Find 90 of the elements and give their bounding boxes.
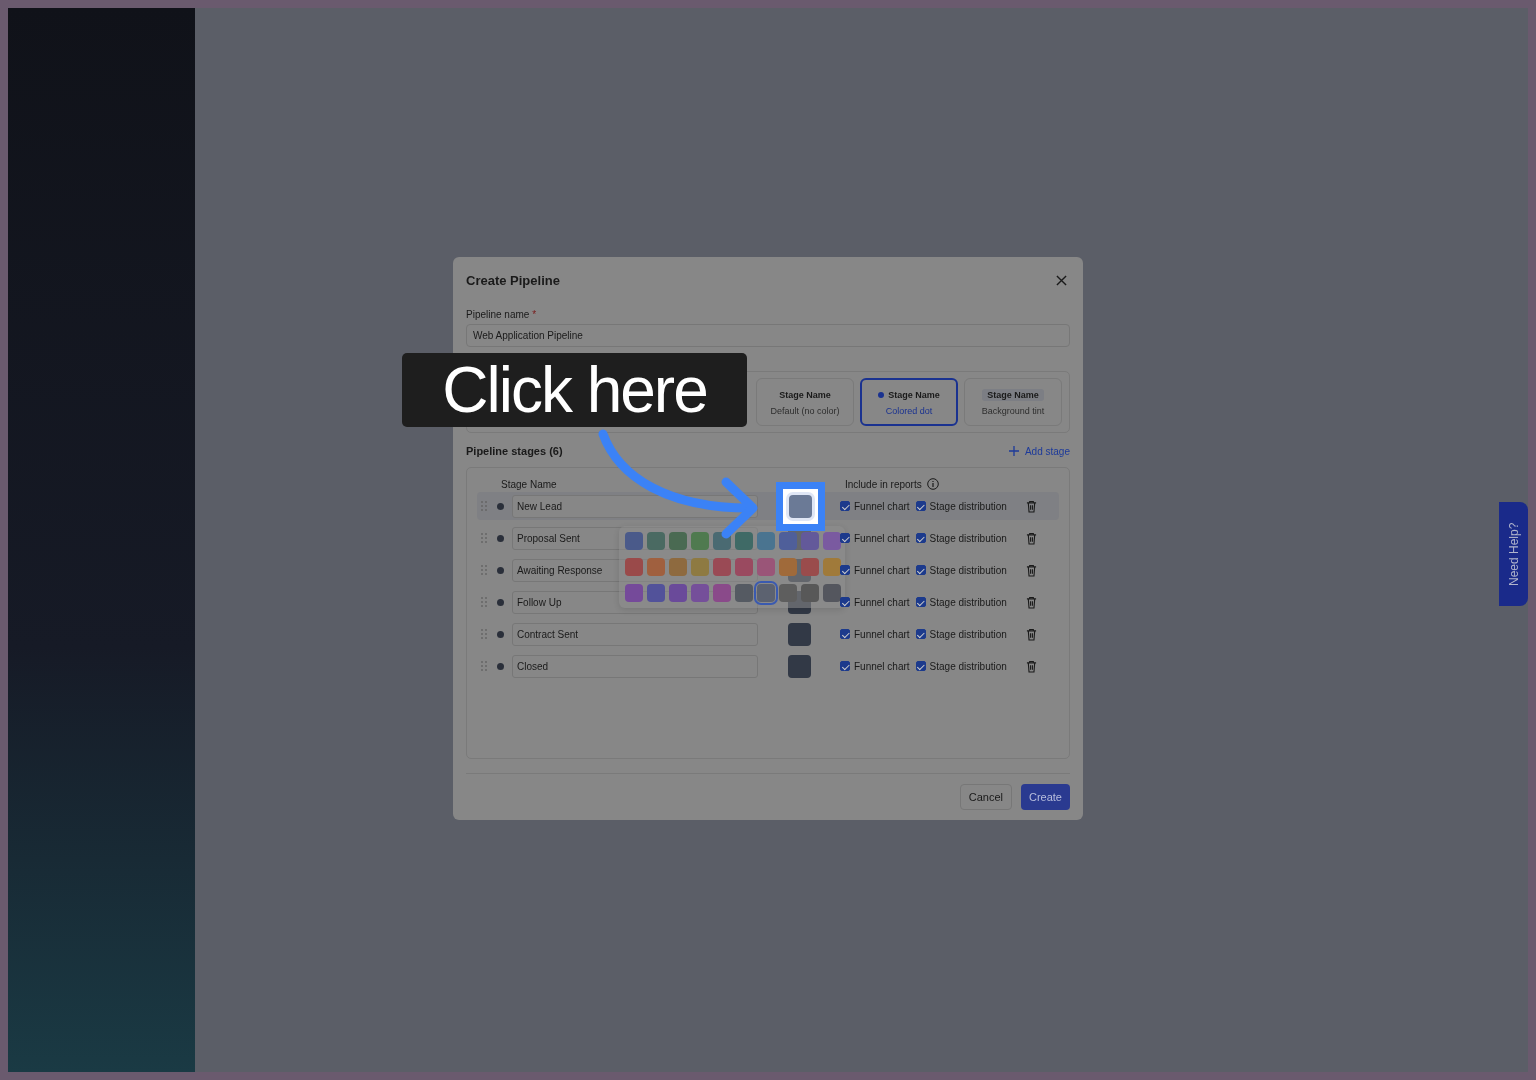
stage-dot xyxy=(497,566,504,574)
section-title: Pipeline stages (6) xyxy=(466,445,563,457)
checkbox[interactable] xyxy=(915,629,926,639)
field-label: Pipeline name * xyxy=(466,309,538,320)
dialog-title: Create Pipeline xyxy=(466,272,560,288)
checkbox[interactable] xyxy=(840,501,850,511)
color-swatch[interactable] xyxy=(625,532,643,550)
checkbox[interactable] xyxy=(915,533,926,543)
color-swatch[interactable] xyxy=(647,558,665,576)
drag-handle-icon[interactable] xyxy=(481,565,487,575)
checkbox-label: Stage distribution xyxy=(929,564,1007,576)
trash-icon[interactable] xyxy=(1025,499,1037,513)
color-swatch[interactable] xyxy=(779,558,797,576)
create-button[interactable]: Create xyxy=(1020,784,1070,810)
stage-dot xyxy=(497,502,504,510)
color-swatch[interactable] xyxy=(713,558,731,576)
trash-icon[interactable] xyxy=(1025,627,1037,641)
add-stage-button[interactable]: Add stage xyxy=(1008,445,1070,457)
display-option[interactable]: Stage Name Colored dot xyxy=(860,378,958,426)
stage-name-input[interactable]: Closed xyxy=(512,654,758,678)
color-swatch[interactable] xyxy=(801,584,819,602)
checkbox-label: Stage distribution xyxy=(929,660,1007,672)
drag-handle-icon[interactable] xyxy=(481,629,487,639)
color-swatch[interactable] xyxy=(801,532,819,550)
stage-color-button[interactable] xyxy=(787,622,811,646)
checkbox[interactable] xyxy=(840,629,850,639)
checkbox-label: Stage distribution xyxy=(929,628,1007,640)
checkbox-label: Funnel chart xyxy=(854,564,910,576)
color-swatch[interactable] xyxy=(625,584,643,602)
color-swatch[interactable] xyxy=(691,584,709,602)
color-swatch[interactable] xyxy=(823,584,841,602)
column-header: Stage Name xyxy=(501,478,558,490)
color-swatch[interactable] xyxy=(735,532,753,550)
need-help-tab[interactable]: Need Help? xyxy=(1499,502,1528,606)
checkbox-label: Funnel chart xyxy=(854,628,910,640)
checkbox-label: Funnel chart xyxy=(854,660,910,672)
checkbox-label: Stage distribution xyxy=(929,500,1007,512)
info-icon[interactable] xyxy=(926,478,939,490)
checkbox-label: Funnel chart xyxy=(854,596,910,608)
trash-icon[interactable] xyxy=(1025,563,1037,577)
drag-handle-icon[interactable] xyxy=(481,597,487,607)
display-option[interactable]: Stage Name Default (no color) xyxy=(756,378,854,426)
stage-color-button[interactable] xyxy=(787,654,811,678)
checkbox-label: Funnel chart xyxy=(854,532,910,544)
checkbox[interactable] xyxy=(840,597,850,607)
checkbox[interactable] xyxy=(840,661,850,671)
color-swatch[interactable] xyxy=(735,584,753,602)
color-swatch[interactable] xyxy=(823,532,841,550)
color-swatch[interactable] xyxy=(647,532,665,550)
stage-color-button[interactable] xyxy=(788,494,812,518)
color-swatch[interactable] xyxy=(779,584,797,602)
color-swatch[interactable] xyxy=(823,558,841,576)
pipeline-name-input[interactable]: Web Application Pipeline xyxy=(466,324,1070,347)
checkbox[interactable] xyxy=(915,661,926,671)
trash-icon[interactable] xyxy=(1025,659,1037,673)
trash-icon[interactable] xyxy=(1025,595,1037,609)
color-swatch[interactable] xyxy=(647,584,665,602)
checkbox[interactable] xyxy=(915,565,926,575)
checkbox-label: Stage distribution xyxy=(929,532,1007,544)
color-swatch[interactable] xyxy=(801,558,819,576)
color-swatch[interactable] xyxy=(669,532,687,550)
color-swatch[interactable] xyxy=(735,558,753,576)
tooltip-callout: Click here xyxy=(402,353,747,427)
color-swatch[interactable] xyxy=(669,558,687,576)
drag-handle-icon[interactable] xyxy=(481,661,487,671)
cancel-button[interactable]: Cancel xyxy=(959,784,1012,810)
color-swatch[interactable] xyxy=(625,558,643,576)
stage-dot xyxy=(497,662,504,670)
plus-icon xyxy=(1008,446,1019,456)
checkbox-label: Stage distribution xyxy=(929,596,1007,608)
checkbox[interactable] xyxy=(915,501,926,511)
color-swatch[interactable] xyxy=(779,532,797,550)
checkbox-label: Funnel chart xyxy=(854,500,910,512)
color-swatch[interactable] xyxy=(757,532,775,550)
stage-name-input[interactable]: Contract Sent xyxy=(512,622,758,646)
color-swatch[interactable] xyxy=(669,584,687,602)
color-swatch[interactable] xyxy=(757,584,775,602)
color-swatch[interactable] xyxy=(691,558,709,576)
column-header: Include in reports xyxy=(845,478,922,490)
display-option[interactable]: Stage Name Background tint xyxy=(964,378,1062,426)
checkbox[interactable] xyxy=(915,597,926,607)
drag-handle-icon[interactable] xyxy=(481,533,487,543)
stage-dot xyxy=(497,534,504,542)
close-icon[interactable] xyxy=(1056,274,1067,286)
color-swatch[interactable] xyxy=(713,584,731,602)
color-swatch[interactable] xyxy=(757,558,775,576)
color-swatch[interactable] xyxy=(691,532,709,550)
stage-dot xyxy=(497,630,504,638)
stage-dot xyxy=(497,598,504,606)
trash-icon[interactable] xyxy=(1025,531,1037,545)
